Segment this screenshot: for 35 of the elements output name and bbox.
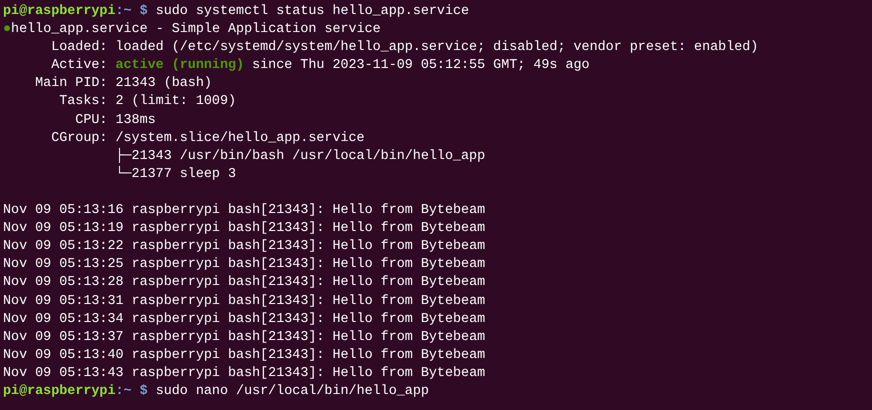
command-text: sudo systemctl status hello_app.service (156, 3, 470, 21)
field-value: 138ms (115, 112, 156, 130)
process-tree-entry: └─21377 sleep 3 (115, 166, 236, 184)
log-line: Nov 09 05:13:25 raspberrypi bash[21343]: Hello from Bytebeam (3, 256, 486, 274)
log-line: Nov 09 05:13:43 raspberrypi bash[21343]: Hello from Bytebeam (3, 364, 486, 383)
field-value: /system.slice/hello_app.service (115, 130, 365, 148)
field-value: since Thu 2023-11-09 05:12:55 GMT; 49s ago (252, 57, 590, 76)
log-line: Nov 09 05:13:31 raspberrypi bash[21343]: Hello from Bytebeam (3, 292, 486, 310)
log-line: Nov 09 05:13:22 raspberrypi bash[21343]: Hello from Bytebeam (3, 238, 486, 256)
field-value: 2 (limit: 1009) (115, 93, 236, 112)
prompt-path: :~ (116, 382, 132, 401)
active-state: active (running) (115, 57, 244, 76)
status-dot: ● (3, 21, 12, 40)
log-line: Nov 09 05:13:19 raspberrypi bash[21343]: Hello from Bytebeam (3, 220, 486, 238)
log-line: Nov 09 05:13:37 raspberrypi bash[21343]: Hello from Bytebeam (3, 328, 486, 347)
prompt-symbol: $ (140, 3, 148, 21)
field-label: CPU: (74, 112, 108, 130)
field-value: 21343 (bash) (115, 75, 212, 94)
log-line: Nov 09 05:13:28 raspberrypi bash[21343]: Hello from Bytebeam (3, 274, 486, 292)
prompt-user-host: pi@raspberrypi (3, 382, 116, 401)
prompt-user-host: pi@raspberrypi (3, 3, 116, 21)
field-label: CGroup: (50, 130, 108, 148)
unit-title: hello_app.service - Simple Application service (11, 21, 381, 40)
field-label: Tasks: (58, 93, 108, 112)
command-text: sudo nano /usr/local/bin/hello_app (156, 382, 429, 401)
prompt-symbol: $ (140, 382, 148, 401)
process-tree-entry: ├─21343 /usr/bin/bash /usr/local/bin/hello_app (115, 148, 486, 166)
field-value: loaded (/etc/systemd/system/hello_app.service; disabled; vendor preset: enabled) (115, 39, 758, 58)
field-label: Active: (50, 57, 108, 76)
field-label: Main PID: (34, 75, 108, 94)
log-line: Nov 09 05:13:34 raspberrypi bash[21343]: Hello from Bytebeam (3, 310, 486, 329)
prompt-path: :~ (116, 3, 132, 21)
field-label: Loaded: (50, 39, 108, 58)
log-line: Nov 09 05:13:16 raspberrypi bash[21343]: Hello from Bytebeam (3, 202, 486, 220)
log-line: Nov 09 05:13:40 raspberrypi bash[21343]: Hello from Bytebeam (3, 346, 486, 365)
